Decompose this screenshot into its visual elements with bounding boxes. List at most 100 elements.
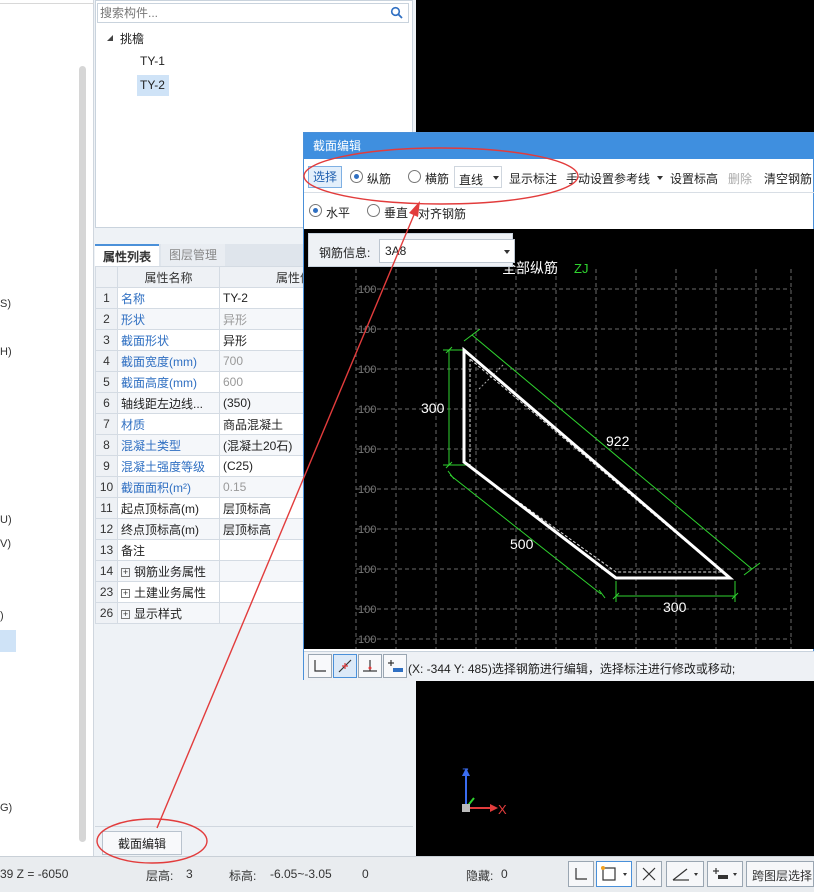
property-value[interactable] [219,560,316,582]
property-name[interactable]: 混凝土强度等级 [117,455,220,477]
property-name[interactable]: 名称 [117,287,220,309]
expand-icon[interactable]: + [121,567,130,577]
rebar-info-select[interactable]: 3A8 [379,239,515,263]
drawing-canvas[interactable]: 100 100 100 100 100 100 100 100 100 100 [304,229,814,649]
select-button[interactable]: 选择 [308,166,342,188]
search-icon[interactable] [390,6,404,20]
property-value[interactable]: 异形 [219,308,316,330]
table-row[interactable]: 6 轴线距左边线... (350) [95,392,316,414]
left-item-fragment[interactable]: G) [0,802,12,814]
table-row[interactable]: 8 混凝土类型 (混凝土20石) [95,434,316,456]
property-name[interactable]: 截面宽度(mm) [117,350,220,372]
section-edit-button[interactable]: 截面编辑 [102,831,182,855]
tree-item-ty1[interactable]: TY-1 [140,54,165,68]
table-row[interactable]: 9 混凝土强度等级 (C25) [95,455,316,477]
left-item-fragment[interactable]: H) [0,346,12,358]
section-drawing[interactable]: 100100100100100100100100100100 全部纵筋 ZJ 3… [304,229,814,649]
property-value[interactable]: (C25) [219,455,316,477]
table-row[interactable]: 23 + 土建业务属性 [95,581,316,603]
property-value[interactable]: 异形 [219,329,316,351]
table-row[interactable]: 12 终点顶标高(m) 层顶标高 [95,518,316,540]
transverse-radio[interactable] [408,170,421,183]
horizontal-label[interactable]: 水平 [326,204,350,221]
tree-item-ty2[interactable]: TY-2 [140,78,165,92]
left-scrollbar[interactable] [79,66,86,842]
align-rebar-button[interactable]: 对齐钢筋 [418,205,466,222]
property-value[interactable]: 层顶标高 [219,497,316,519]
property-name[interactable]: + 显示样式 [117,602,220,624]
cross-layer-select-button[interactable]: 跨图层选择 [746,861,814,887]
property-name[interactable]: 截面形状 [117,329,220,351]
tree-root[interactable]: 挑檐 [120,30,144,47]
table-row[interactable]: 26 + 显示样式 [95,602,316,624]
property-value[interactable] [219,539,316,561]
table-row[interactable]: 14 + 钢筋业务属性 [95,560,316,582]
left-item-fragment[interactable]: V) [0,538,11,550]
tab-layer-management[interactable]: 图层管理 [161,244,226,266]
dim-left[interactable]: 300 [421,400,445,416]
set-elevation-button[interactable]: 设置标高 [670,170,718,187]
manual-ref-line-button[interactable]: 手动设置参考线 [566,170,650,187]
property-value[interactable] [219,581,316,603]
property-value[interactable]: 层顶标高 [219,518,316,540]
property-name[interactable]: 备注 [117,539,220,561]
property-name[interactable]: 截面高度(mm) [117,371,220,393]
expand-icon[interactable]: + [121,588,130,598]
property-value[interactable]: 700 [219,350,316,372]
table-row[interactable]: 5 截面高度(mm) 600 [95,371,316,393]
cross-snap-button[interactable] [636,861,662,887]
vertical-label[interactable]: 垂直 [384,204,408,221]
table-row[interactable]: 11 起点顶标高(m) 层顶标高 [95,497,316,519]
expand-icon[interactable]: + [121,609,130,619]
search-input[interactable] [98,4,388,22]
property-value[interactable]: 600 [219,371,316,393]
longitudinal-label[interactable]: 纵筋 [367,170,391,187]
left-item-fragment[interactable]: ) [0,610,4,622]
property-value[interactable]: 商品混凝土 [219,413,316,435]
property-name[interactable]: 材质 [117,413,220,435]
left-item-fragment[interactable]: U) [0,514,12,526]
property-name[interactable]: 轴线距左边线... [117,392,220,414]
property-value[interactable]: (混凝土20石) [219,434,316,456]
property-name[interactable]: + 土建业务属性 [117,581,220,603]
line-mode-select[interactable]: 直线 [454,166,502,188]
table-row[interactable]: 13 备注 [95,539,316,561]
horizontal-radio[interactable] [309,204,322,217]
table-row[interactable]: 10 截面面积(m²) 0.15 [95,476,316,498]
table-row[interactable]: 2 形状 异形 [95,308,316,330]
property-name[interactable]: 形状 [117,308,220,330]
property-name[interactable]: + 钢筋业务属性 [117,560,220,582]
property-name[interactable]: 起点顶标高(m) [117,497,220,519]
dim-input-button[interactable] [383,654,407,678]
transverse-label[interactable]: 横筋 [425,170,449,187]
orthogonal-snap-button[interactable] [308,654,332,678]
property-value[interactable]: (350) [219,392,316,414]
delete-button[interactable]: 删除 [728,170,752,187]
left-item-fragment[interactable]: S) [0,298,11,310]
rebar-outline[interactable] [462,346,735,580]
show-dims-button[interactable]: 显示标注 [509,170,557,187]
tree-collapse-icon[interactable] [106,34,114,42]
ortho-mode-button[interactable] [568,861,594,887]
property-value[interactable]: 0.15 [219,476,316,498]
snap-endpoint-button[interactable] [333,654,357,678]
dynamic-input-button[interactable] [707,861,743,887]
chevron-down-icon[interactable] [657,176,663,180]
longitudinal-radio[interactable] [350,170,363,183]
vertical-radio[interactable] [367,204,380,217]
table-row[interactable]: 4 截面宽度(mm) 700 [95,350,316,372]
dialog-title[interactable]: 截面编辑 [304,133,814,159]
leader-code[interactable]: ZJ [574,261,588,276]
dim-bottom-slope[interactable]: 500 [510,536,534,552]
tab-attribute-list[interactable]: 属性列表 [95,244,160,266]
property-name[interactable]: 截面面积(m²) [117,476,220,498]
angle-snap-button[interactable] [666,861,704,887]
clear-rebar-button[interactable]: 清空钢筋 [764,170,812,187]
property-name[interactable]: 终点顶标高(m) [117,518,220,540]
property-value[interactable]: TY-2 [219,287,316,309]
dim-hypotenuse[interactable]: 922 [606,433,630,449]
table-row[interactable]: 1 名称 TY-2 [95,287,316,309]
property-name[interactable]: 混凝土类型 [117,434,220,456]
property-value[interactable] [219,602,316,624]
table-row[interactable]: 7 材质 商品混凝土 [95,413,316,435]
